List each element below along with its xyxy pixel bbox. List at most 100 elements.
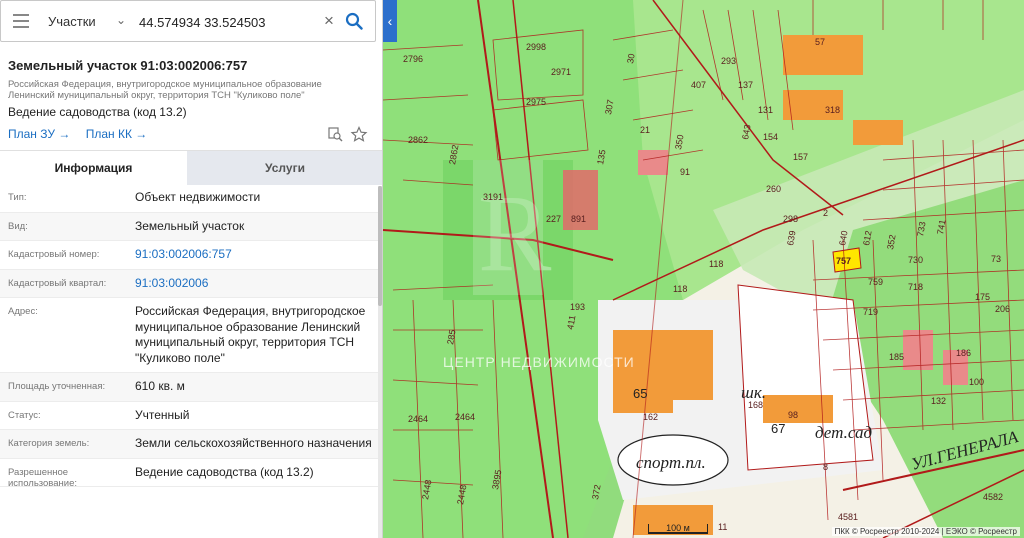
info-row-permitted-use: Разрешенное использование: Ведение садов… bbox=[0, 459, 380, 489]
plot-number: 293 bbox=[721, 56, 736, 66]
info-row-area: Площадь уточненная: 610 кв. м bbox=[0, 373, 380, 402]
plot-number: 206 bbox=[995, 304, 1010, 314]
row-value: Российская Федерация, внутригородское му… bbox=[135, 304, 366, 365]
scale-bar: 100 м bbox=[648, 524, 708, 534]
plot-number: 2 bbox=[823, 208, 828, 218]
plot-number: 719 bbox=[863, 307, 878, 317]
collapse-panel-button[interactable]: ‹ bbox=[383, 0, 397, 42]
plot-number: 131 bbox=[758, 105, 773, 115]
plot-number: 2998 bbox=[526, 42, 546, 52]
parcel-title: Земельный участок 91:03:002006:757 bbox=[8, 58, 248, 73]
row-label: Адрес: bbox=[8, 306, 38, 317]
plot-number: 318 bbox=[825, 105, 840, 115]
plot-number: 100 bbox=[969, 377, 984, 387]
info-list: Тип: Объект недвижимости Вид: Земельный … bbox=[0, 184, 380, 489]
cadastral-quarter-link[interactable]: 91:03:002006 bbox=[135, 270, 380, 298]
scrollbar[interactable] bbox=[378, 186, 382, 538]
menu-icon[interactable] bbox=[13, 14, 29, 28]
plot-number: 154 bbox=[763, 132, 778, 142]
tabs: Информация Услуги bbox=[0, 150, 382, 185]
plot-number: 407 bbox=[691, 80, 706, 90]
plot-number: 718 bbox=[908, 282, 923, 292]
row-value: 610 кв. м bbox=[135, 379, 185, 393]
building-67-label: 67 bbox=[771, 421, 785, 436]
info-row-type: Тип: Объект недвижимости bbox=[0, 184, 380, 213]
plot-number: 137 bbox=[738, 80, 753, 90]
info-row-cadastral-quarter: Кадастровый квартал: 91:03:002006 bbox=[0, 269, 380, 298]
cadastral-map[interactable]: R 2998 2971 2975 2796 2862 2862 3191 227… bbox=[383, 0, 1024, 538]
map-canvas[interactable]: R 2998 2971 2975 2796 2862 2862 3191 227… bbox=[383, 0, 1024, 538]
plot-number: 186 bbox=[956, 348, 971, 358]
info-sidebar: Участки ⌄ × Земельный участок 91:03:0020… bbox=[0, 0, 383, 538]
plot-number: 260 bbox=[766, 184, 781, 194]
plot-number: 162 bbox=[643, 412, 658, 422]
row-label: Вид: bbox=[8, 220, 28, 232]
plot-number: 91 bbox=[680, 167, 690, 177]
plot-number: 4582 bbox=[983, 492, 1003, 502]
plot-number: 3191 bbox=[483, 192, 503, 202]
info-row-land-category: Категория земель: Земли сельскохозяйстве… bbox=[0, 430, 380, 459]
tab-services[interactable]: Услуги bbox=[187, 151, 382, 185]
info-row-kind: Вид: Земельный участок bbox=[0, 212, 380, 241]
row-value: Земли сельскохозяйственного назначения bbox=[135, 436, 372, 450]
row-label: Разрешенное использование: bbox=[8, 466, 78, 489]
school-label: шк. bbox=[741, 383, 766, 402]
plot-number: 21 bbox=[640, 125, 650, 135]
plot-number: 8 bbox=[823, 462, 828, 472]
plot-number: 98 bbox=[788, 410, 798, 420]
info-row-status: Статус: Учтенный bbox=[0, 402, 380, 430]
plan-zu-link[interactable]: План ЗУ → bbox=[8, 127, 70, 141]
plot-number: 193 bbox=[570, 302, 585, 312]
app-window: R 2998 2971 2975 2796 2862 2862 3191 227… bbox=[0, 0, 1024, 538]
plot-number: 4581 bbox=[838, 512, 858, 522]
row-value: Учтенный bbox=[135, 407, 190, 422]
info-row-address: Адрес: Российская Федерация, внутригород… bbox=[0, 298, 380, 373]
cadastral-number-link[interactable]: 91:03:002006:757 bbox=[135, 241, 380, 269]
watermark-logo: R bbox=[473, 160, 552, 295]
search-icon[interactable] bbox=[345, 12, 363, 30]
plot-number: 30 bbox=[625, 53, 637, 65]
row-value: Объект недвижимости bbox=[135, 190, 261, 204]
plot-number: 118 bbox=[673, 284, 687, 294]
plot-number: 2862 bbox=[408, 135, 428, 145]
row-label: Категория земель: bbox=[8, 438, 90, 449]
kindergarten-label: дет.сад bbox=[815, 423, 872, 442]
plot-number: 11 bbox=[718, 522, 727, 532]
plot-number: 73 bbox=[991, 254, 1001, 264]
selected-parcel-label[interactable]: 757 bbox=[836, 256, 851, 266]
plot-number: 175 bbox=[975, 292, 990, 302]
plot-number: 2971 bbox=[551, 67, 571, 77]
layer-select[interactable]: Участки bbox=[48, 14, 96, 29]
sport-ground-label: спорт.пл. bbox=[636, 453, 706, 472]
parcel-tools bbox=[328, 126, 368, 142]
plot-number: 2975 bbox=[526, 97, 546, 107]
plot-number: 891 bbox=[571, 214, 586, 224]
parcel-address: Российская Федерация, внутригородское му… bbox=[8, 79, 322, 101]
plot-number: 2796 bbox=[403, 54, 423, 64]
chevron-down-icon[interactable]: ⌄ bbox=[116, 13, 126, 27]
scrollbar-thumb[interactable] bbox=[378, 186, 382, 306]
tab-information[interactable]: Информация bbox=[0, 151, 187, 185]
plan-kk-link[interactable]: План КК → bbox=[86, 127, 148, 141]
svg-text:R: R bbox=[478, 172, 552, 294]
map-attribution: ПКК © Росреестр 2010-2024 | ЕЭКО © Росре… bbox=[831, 527, 1020, 536]
star-icon[interactable] bbox=[350, 126, 368, 142]
parcel-usage: Ведение садоводства (код 13.2) bbox=[8, 105, 187, 119]
row-label: Площадь уточненная: bbox=[8, 381, 106, 392]
plot-number: 759 bbox=[868, 277, 883, 287]
row-label: Тип: bbox=[8, 192, 27, 203]
row-label: Кадастровый номер: bbox=[8, 249, 100, 260]
row-value: Земельный участок bbox=[135, 218, 245, 233]
row-label: Кадастровый квартал: bbox=[8, 277, 107, 289]
plot-number: 185 bbox=[889, 352, 904, 362]
search-bar: Участки ⌄ × bbox=[0, 0, 376, 42]
info-row-cadastral-number: Кадастровый номер: 91:03:002006:757 bbox=[0, 241, 380, 270]
close-icon[interactable]: × bbox=[324, 11, 334, 31]
plot-number: 57 bbox=[815, 37, 825, 47]
watermark-text: ЦЕНТР НЕДВИЖИМОСТИ bbox=[443, 354, 635, 370]
plot-number: 298 bbox=[783, 214, 798, 224]
plot-number: 2464 bbox=[455, 412, 475, 422]
plot-number: 227 bbox=[546, 214, 561, 224]
zoom-to-icon[interactable] bbox=[328, 127, 343, 142]
search-input[interactable] bbox=[139, 12, 319, 32]
